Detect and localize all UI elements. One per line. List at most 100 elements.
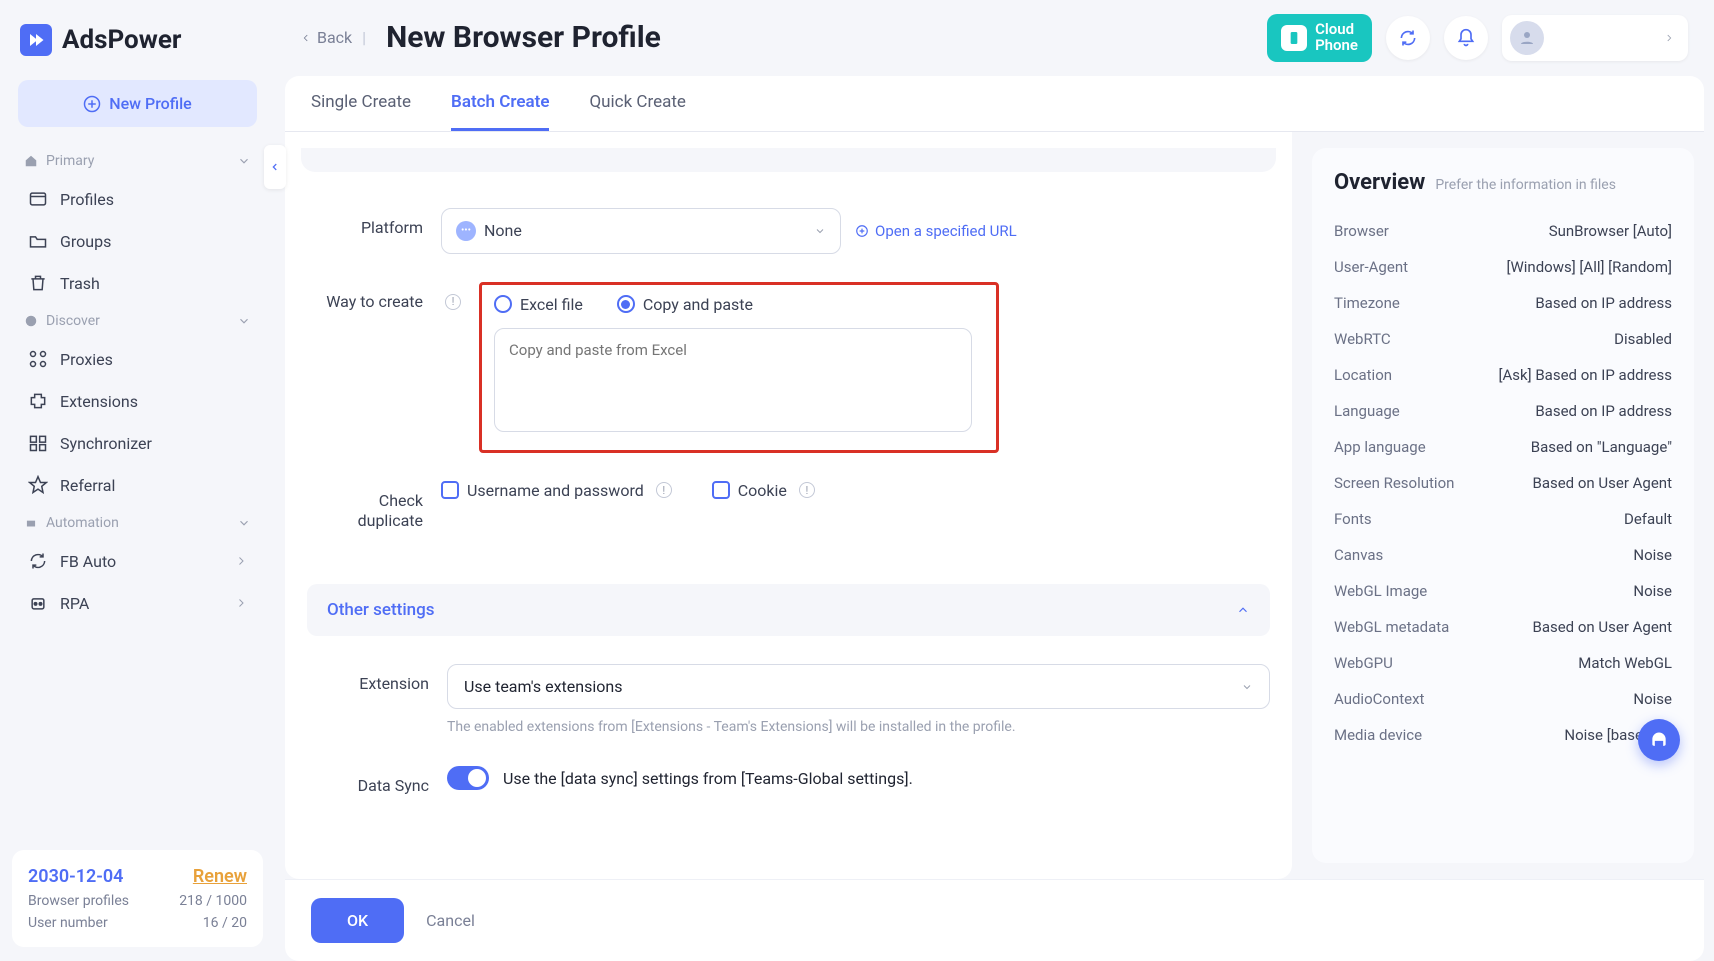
overview-row: WebGL ImageNoise bbox=[1334, 573, 1672, 609]
section-discover[interactable]: Discover bbox=[14, 305, 261, 337]
overview-row: LanguageBased on IP address bbox=[1334, 393, 1672, 429]
sidebar-item-referral[interactable]: Referral bbox=[14, 465, 261, 505]
new-profile-label: New Profile bbox=[109, 94, 192, 113]
page-title: New Browser Profile bbox=[386, 20, 661, 55]
sidebar-item-rpa[interactable]: RPA bbox=[14, 583, 261, 623]
overview-key: Screen Resolution bbox=[1334, 474, 1454, 492]
overview-key: App language bbox=[1334, 438, 1426, 456]
chevron-down-icon bbox=[237, 314, 251, 328]
support-fab[interactable] bbox=[1638, 719, 1680, 761]
puzzle-icon bbox=[28, 391, 48, 411]
plus-circle-icon bbox=[83, 95, 101, 113]
overview-panel: Overview Prefer the information in files… bbox=[1312, 148, 1694, 864]
plus-circle-icon bbox=[855, 224, 869, 238]
extension-select[interactable]: Use team's extensions bbox=[447, 664, 1270, 709]
overview-row: Timezone Based on IP address bbox=[1334, 285, 1672, 321]
window-icon bbox=[28, 189, 48, 209]
chevron-up-icon bbox=[1236, 603, 1250, 617]
overview-title: Overview bbox=[1334, 170, 1425, 195]
bot-icon bbox=[28, 593, 48, 613]
section-primary[interactable]: Primary bbox=[14, 145, 261, 177]
star-icon bbox=[28, 475, 48, 495]
overview-row: FontsDefault bbox=[1334, 501, 1672, 537]
logo-mark-icon bbox=[20, 24, 52, 56]
overview-key: Location bbox=[1334, 366, 1392, 384]
sidebar-item-fbauto[interactable]: FB Auto bbox=[14, 541, 261, 581]
info-icon[interactable]: ! bbox=[656, 482, 672, 498]
info-icon[interactable]: ! bbox=[445, 294, 461, 310]
overview-key: AudioContext bbox=[1334, 690, 1424, 708]
account-box: 2030-12-04Renew Browser profiles218 / 10… bbox=[12, 850, 263, 947]
platform-label: Platform bbox=[323, 208, 423, 237]
bell-icon bbox=[1456, 28, 1476, 48]
back-button[interactable]: Back| bbox=[301, 28, 366, 47]
overview-value: Based on IP address bbox=[1535, 294, 1672, 312]
cloud-phone-label: Cloud Phone bbox=[1315, 22, 1358, 54]
check-cookie[interactable]: Cookie! bbox=[712, 481, 815, 500]
overview-key: WebGPU bbox=[1334, 654, 1393, 672]
overview-subtitle: Prefer the information in files bbox=[1435, 177, 1616, 193]
brand-text: AdsPower bbox=[62, 25, 181, 55]
other-settings-toggle[interactable]: Other settings bbox=[307, 584, 1270, 636]
overview-key: WebGL metadata bbox=[1334, 618, 1449, 636]
overview-value: Match WebGL bbox=[1578, 654, 1672, 672]
topbar: Back| New Browser Profile Cloud Phone bbox=[275, 0, 1714, 76]
tab-quick-create[interactable]: Quick Create bbox=[589, 76, 685, 131]
chevron-down-icon bbox=[1241, 681, 1253, 693]
ok-button[interactable]: OK bbox=[311, 898, 404, 943]
overview-value: Based on User Agent bbox=[1532, 618, 1672, 636]
overview-key: Media device bbox=[1334, 726, 1422, 744]
overview-value: Disabled bbox=[1614, 330, 1672, 348]
paste-textarea[interactable] bbox=[494, 328, 972, 432]
compass-icon bbox=[24, 314, 38, 328]
overview-key: WebRTC bbox=[1334, 330, 1391, 348]
overview-key: Timezone bbox=[1334, 294, 1400, 312]
tab-single-create[interactable]: Single Create bbox=[311, 76, 411, 131]
sidebar-collapse-button[interactable] bbox=[264, 145, 286, 189]
cancel-button[interactable]: Cancel bbox=[426, 898, 475, 943]
platform-none-icon: ••• bbox=[456, 221, 476, 241]
sidebar: AdsPower New Profile Primary Profiles Gr… bbox=[0, 0, 275, 961]
form-column: Platform •••None Open a specified URL W bbox=[285, 132, 1292, 880]
chevron-down-icon bbox=[237, 154, 251, 168]
chevron-down-icon bbox=[237, 516, 251, 530]
sidebar-item-groups[interactable]: Groups bbox=[14, 221, 261, 261]
overview-key: WebGL Image bbox=[1334, 582, 1427, 600]
info-icon[interactable]: ! bbox=[799, 482, 815, 498]
nodes-icon bbox=[28, 349, 48, 369]
sidebar-item-synchronizer[interactable]: Synchronizer bbox=[14, 423, 261, 463]
sidebar-item-extensions[interactable]: Extensions bbox=[14, 381, 261, 421]
profiles-value: 218 / 1000 bbox=[179, 893, 247, 909]
tab-batch-create[interactable]: Batch Create bbox=[451, 76, 549, 131]
check-username[interactable]: Username and password! bbox=[441, 481, 672, 500]
renew-link[interactable]: Renew bbox=[193, 866, 247, 887]
sidebar-item-proxies[interactable]: Proxies bbox=[14, 339, 261, 379]
datasync-text: Use the [data sync] settings from [Teams… bbox=[503, 769, 913, 788]
notifications-button[interactable] bbox=[1444, 16, 1488, 60]
overview-value: [Ask] Based on IP address bbox=[1499, 366, 1672, 384]
radio-excel-file[interactable]: Excel file bbox=[494, 295, 583, 314]
tabs: Single Create Batch Create Quick Create bbox=[285, 76, 1704, 132]
sync-icon bbox=[1398, 28, 1418, 48]
avatar-icon bbox=[1510, 21, 1544, 55]
radio-copy-paste[interactable]: Copy and paste bbox=[617, 295, 753, 314]
folder-icon bbox=[28, 231, 48, 251]
open-url-link[interactable]: Open a specified URL bbox=[855, 222, 1017, 240]
overview-key: Fonts bbox=[1334, 510, 1372, 528]
overview-row: WebGPU Match WebGL bbox=[1334, 645, 1672, 681]
sidebar-item-profiles[interactable]: Profiles bbox=[14, 179, 261, 219]
overview-value: Noise bbox=[1633, 546, 1672, 564]
cloud-phone-button[interactable]: Cloud Phone bbox=[1267, 14, 1372, 62]
logo[interactable]: AdsPower bbox=[0, 0, 275, 80]
sidebar-item-trash[interactable]: Trash bbox=[14, 263, 261, 303]
account-menu[interactable] bbox=[1502, 15, 1688, 61]
sync-button[interactable] bbox=[1386, 16, 1430, 60]
overview-value: [Windows] [All] [Random] bbox=[1506, 258, 1672, 276]
overview-value: Based on IP address bbox=[1535, 402, 1672, 420]
datasync-switch[interactable] bbox=[447, 766, 489, 790]
overview-value: Based on User Agent bbox=[1532, 474, 1672, 492]
new-profile-button[interactable]: New Profile bbox=[18, 80, 257, 127]
section-automation[interactable]: Automation bbox=[14, 507, 261, 539]
platform-select[interactable]: •••None bbox=[441, 208, 841, 254]
overview-row: Location [Ask] Based on IP address bbox=[1334, 357, 1672, 393]
